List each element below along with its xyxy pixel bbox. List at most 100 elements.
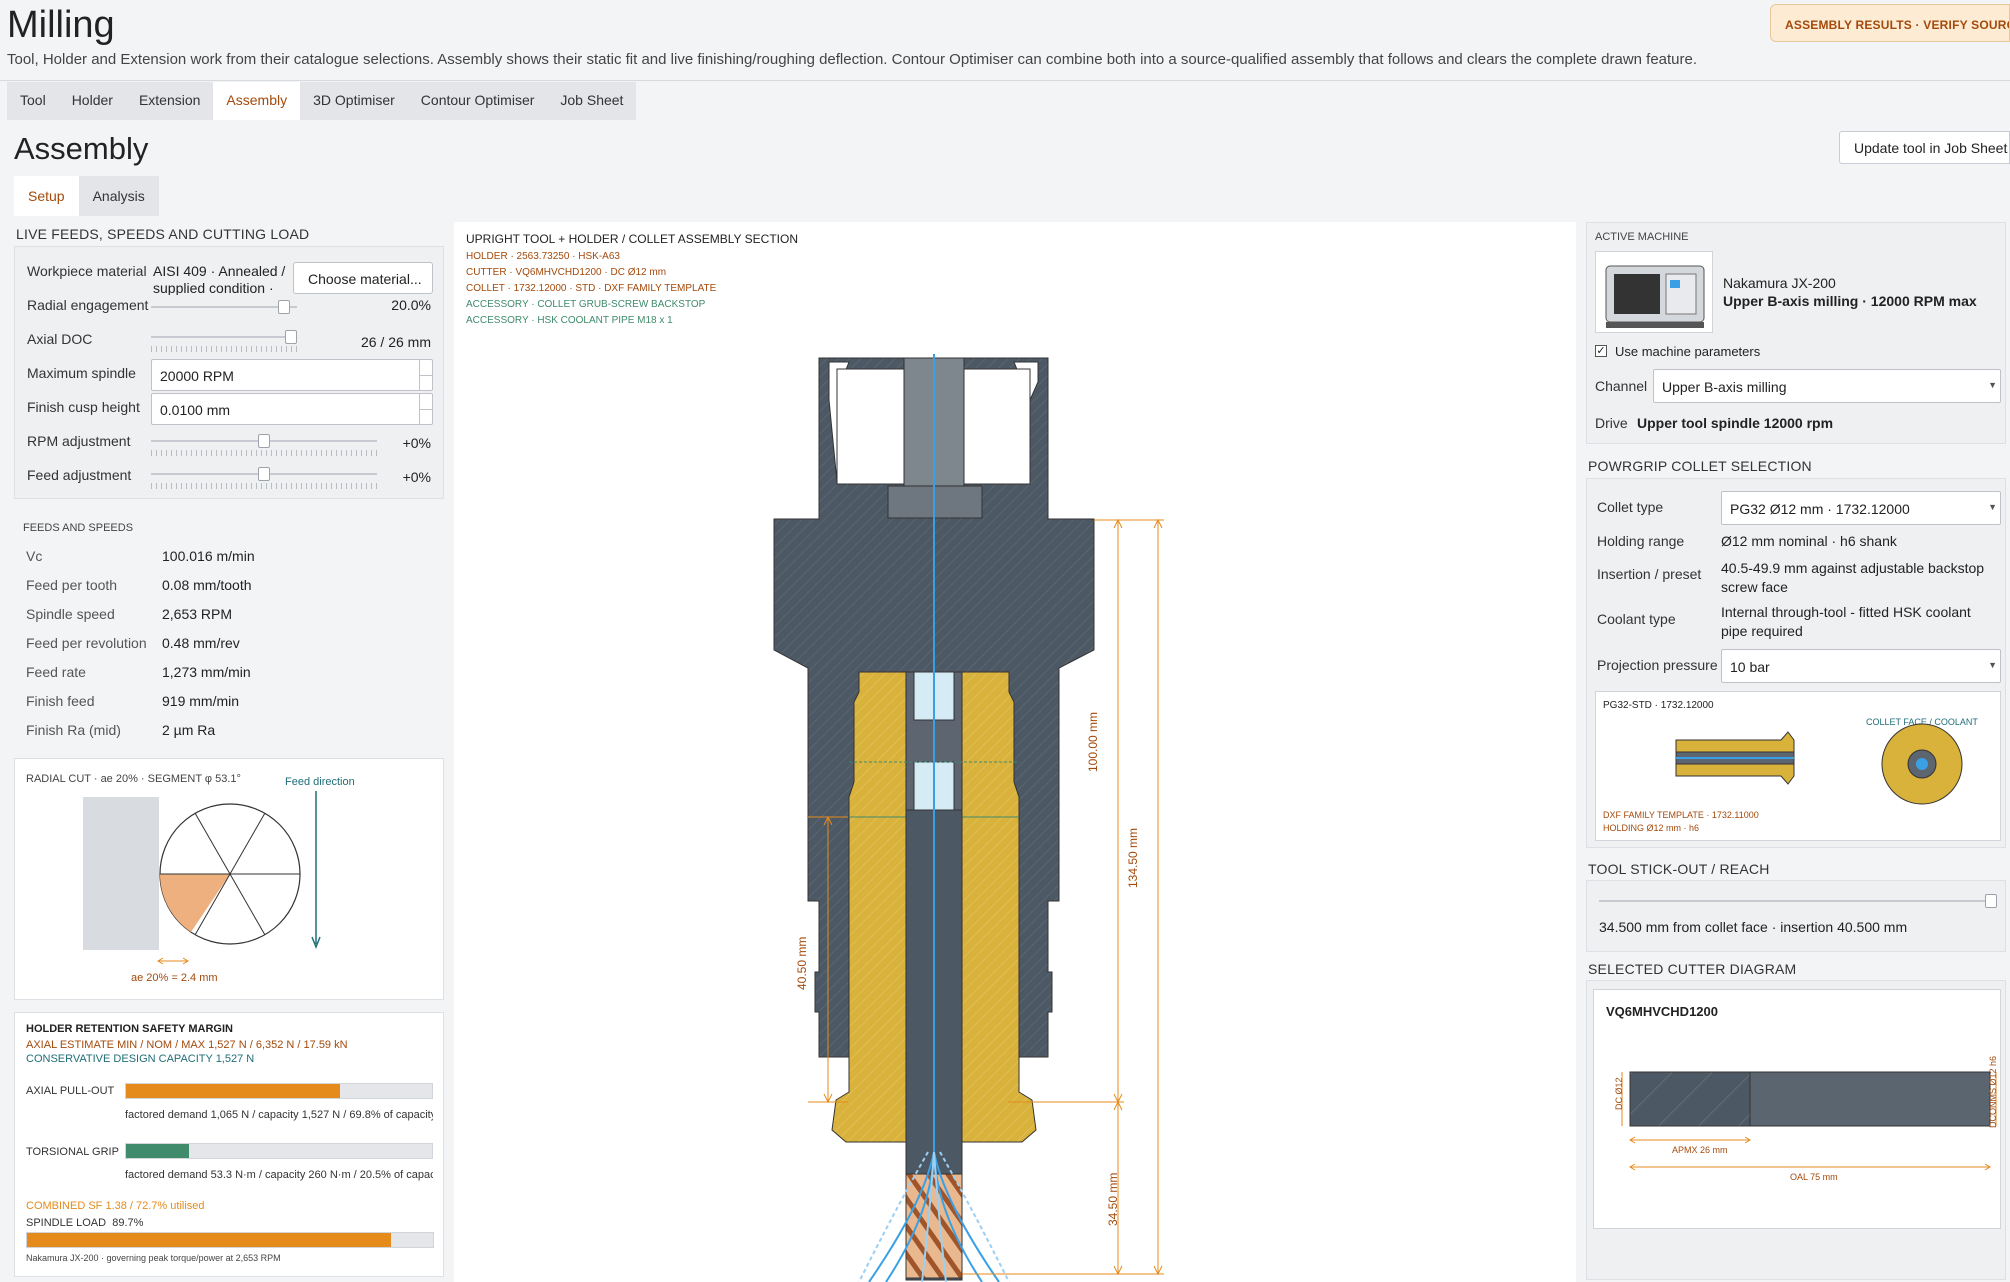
feed-adj-slider[interactable] [151, 467, 377, 481]
feed-row-value: 100.016 m/min [162, 548, 255, 564]
retention-caption: HOLDER RETENTION SAFETY MARGIN [26, 1023, 233, 1035]
stickout-slider[interactable] [1599, 894, 1997, 908]
machine-spec: Upper B-axis milling · 12000 RPM max [1723, 293, 1977, 309]
torsional-text: factored demand 53.3 N·m / capacity 260 … [125, 1169, 433, 1181]
tab-setup[interactable]: Setup [14, 176, 79, 216]
machine-image [1595, 251, 1713, 333]
feeds-panel: FEEDS AND SPEEDS Vc 100.016 m/min Feed per… [14, 510, 444, 748]
chevron-down-icon: ▼ [1988, 380, 1997, 390]
workpiece-value: AISI 409 · Annealed / supplied condition… [153, 263, 286, 295]
stickout-thumb[interactable] [1985, 894, 1997, 908]
tab-tool[interactable]: Tool [7, 82, 59, 120]
channel-value: Upper B-axis milling [1662, 379, 1787, 395]
choose-material-button[interactable]: Choose material... [293, 262, 433, 294]
workpiece-block [83, 797, 159, 950]
dim-100: 100.00 mm [1086, 711, 1100, 772]
feed-row-label: Spindle speed [26, 606, 115, 622]
torsional-label: TORSIONAL GRIP [26, 1146, 119, 1158]
chevron-down-icon: ▼ [1988, 660, 1997, 670]
max-spindle-input[interactable]: 20000 RPM [151, 359, 433, 391]
collet-type-select[interactable]: PG32 Ø12 mm · 1732.12000 ▼ [1721, 491, 2001, 525]
axial-slider-thumb[interactable] [285, 330, 297, 344]
collet-preview: PG32-STD · 1732.12000 COLLET FACE / COOL… [1595, 691, 2001, 841]
sub-tab-bar: Setup Analysis [14, 176, 159, 216]
radial-cut-panel: RADIAL CUT · ae 20% · SEGMENT φ 53.1° Fe… [14, 758, 444, 1000]
cutter-apmx: APMX 26 mm [1672, 1145, 1728, 1155]
feed-row-label: Vc [26, 548, 43, 564]
feed-row-label: Finish feed [26, 693, 95, 709]
spinner[interactable] [419, 360, 432, 390]
feed-adj-thumb[interactable] [258, 467, 270, 481]
cutter-svg [1621, 1071, 1997, 1171]
section-drawing-panel: UPRIGHT TOOL + HOLDER / COLLET ASSEMBLY … [454, 222, 1576, 1282]
collet-type-label: Collet type [1597, 499, 1664, 515]
rpm-ticks [151, 450, 377, 456]
spindle-load-bar [26, 1232, 434, 1248]
preview-note2: HOLDING Ø12 mm · h6 [1603, 823, 1700, 833]
section-title: Assembly [14, 131, 149, 166]
feed-row-label: Feed per tooth [26, 577, 118, 593]
drive-value: Upper tool spindle 12000 rpm [1637, 415, 1834, 431]
axial-estimate: AXIAL ESTIMATE MIN / NOM / MAX 1,527 N /… [26, 1039, 348, 1051]
feed-row-value: 0.48 mm/rev [162, 635, 240, 651]
use-params-checkbox[interactable]: ✓ [1595, 345, 1607, 357]
page-description: Tool, Holder and Extension work from the… [7, 51, 1698, 68]
tab-contour-optimiser[interactable]: Contour Optimiser [408, 82, 548, 120]
collet-caption: POWRGRIP COLLET SELECTION [1588, 458, 1812, 474]
tab-holder[interactable]: Holder [59, 82, 126, 120]
holding-value: Ø12 mm nominal · h6 shank [1721, 533, 1897, 549]
collet-type-value: PG32 Ø12 mm · 1732.12000 [1730, 501, 1910, 517]
axial-ticks [151, 346, 297, 352]
max-spindle-label: Maximum spindle [27, 365, 136, 381]
tab-assembly[interactable]: Assembly [213, 82, 301, 120]
pullout-label: AXIAL PULL-OUT [26, 1085, 115, 1097]
tab-analysis[interactable]: Analysis [79, 176, 159, 216]
torsional-bar-fill [126, 1144, 189, 1158]
update-tool-button[interactable]: Update tool in Job Sheet [1839, 131, 2010, 164]
coolant-label: Coolant type [1597, 611, 1676, 627]
divider [0, 80, 2010, 81]
machine-name: Nakamura JX-200 [1723, 275, 1836, 291]
stickout-caption: TOOL STICK-OUT / REACH [1588, 861, 1770, 877]
stickout-panel: 34.500 mm from collet face · insertion 4… [1586, 880, 2006, 952]
cutter-diagram: VQ6MHVCHD1200 DC Ø12 DCONMS Ø12 h6 APMX … [1593, 989, 2001, 1229]
radial-slider-thumb[interactable] [278, 300, 290, 314]
combined-sf: COMBINED SF 1.38 / 72.7% utilised [26, 1200, 205, 1212]
machine-icon [1605, 265, 1705, 328]
cusp-input[interactable]: 0.0100 mm [151, 393, 433, 425]
pressure-select[interactable]: 10 bar ▼ [1721, 649, 2001, 683]
feed-row-label: Feed per revolution [26, 635, 147, 651]
page-title: Milling [7, 4, 115, 46]
pullout-text: factored demand 1,065 N / capacity 1,527… [125, 1109, 433, 1121]
rpm-adj-slider[interactable] [151, 434, 377, 448]
workpiece-label: Workpiece material [27, 263, 147, 279]
tab-job-sheet[interactable]: Job Sheet [547, 82, 636, 120]
dim-40: 40.50 mm [795, 936, 809, 990]
rpm-adj-thumb[interactable] [258, 434, 270, 448]
dim-34: 34.50 mm [1106, 1172, 1120, 1226]
radial-cut-diagram [83, 791, 321, 965]
tab-extension[interactable]: Extension [126, 82, 213, 120]
assembly-section-svg [773, 354, 1164, 1282]
cutter-dc: DC Ø12 [1614, 1077, 1624, 1110]
insertion-value: 40.5-49.9 mm against adjustable backstop… [1721, 560, 1985, 595]
axial-value: 26 / 26 mm [360, 334, 431, 350]
radial-label: Radial engagement [27, 297, 149, 313]
feeds-caption: FEEDS AND SPEEDS [23, 522, 134, 534]
radial-slider[interactable] [151, 300, 297, 314]
holding-label: Holding range [1597, 533, 1685, 549]
feed-adj-value: +0% [402, 469, 431, 485]
axial-slider[interactable] [151, 330, 297, 344]
main-tab-bar: Tool Holder Extension Assembly 3D Optimi… [7, 82, 637, 120]
radial-value: 20.0% [391, 297, 431, 313]
cutter-caption: SELECTED CUTTER DIAGRAM [1588, 961, 1797, 977]
feed-row-label: Finish Ra (mid) [26, 722, 121, 738]
pressure-value: 10 bar [1730, 659, 1770, 675]
status-badge: ASSEMBLY RESULTS · VERIFY SOURCE DATA [1770, 4, 2010, 42]
cusp-value: 0.0100 mm [160, 402, 231, 418]
tab-3d-optimiser[interactable]: 3D Optimiser [300, 82, 408, 120]
pullout-bar-fill [126, 1084, 340, 1098]
channel-select[interactable]: Upper B-axis milling ▼ [1653, 369, 2001, 403]
pressure-label: Projection pressure [1597, 657, 1718, 673]
spinner[interactable] [419, 394, 432, 424]
